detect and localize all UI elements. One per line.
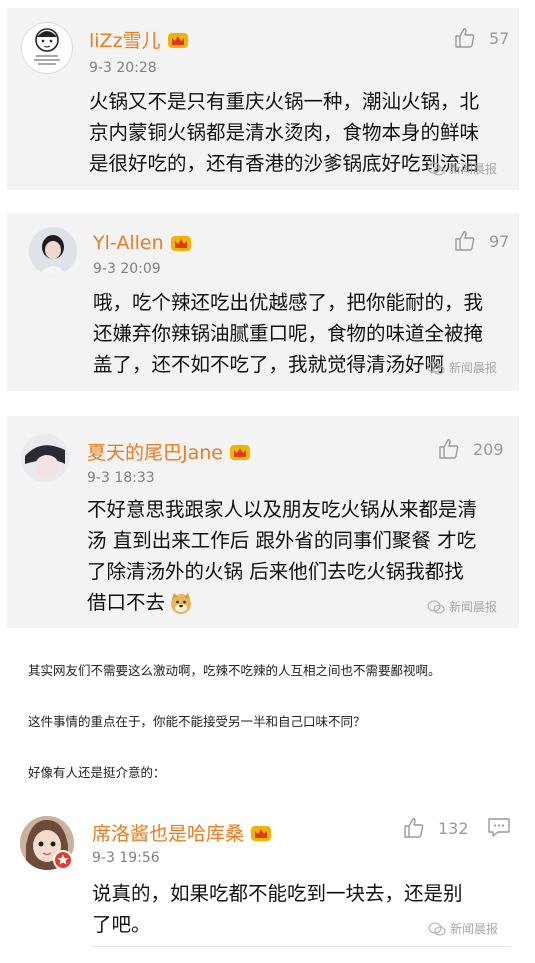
wechat-icon xyxy=(427,161,445,176)
username-text[interactable]: Yl-Allen xyxy=(93,232,164,254)
avatar[interactable] xyxy=(21,434,69,482)
comment-card: liZz雪儿 9-3 20:28 57 火锅又不是只有重庆火锅一种，潮汕火锅，北… xyxy=(7,8,519,190)
watermark-text: 新闻晨报 xyxy=(449,162,498,176)
username-text[interactable]: liZz雪儿 xyxy=(89,26,161,53)
verified-badge-icon xyxy=(53,850,73,870)
avatar-photo-icon xyxy=(21,434,69,482)
like-count: 209 xyxy=(473,439,504,459)
article-paragraph: 好像有人还是挺介意的： xyxy=(28,765,166,780)
comment-icon[interactable] xyxy=(487,817,511,839)
comment-time: 9-3 20:28 xyxy=(89,60,157,76)
comment-line: 汤 直到出来工作后 跟外省的同事们聚餐 才吃 xyxy=(87,529,477,552)
like-count: 57 xyxy=(489,28,510,48)
username[interactable]: liZz雪儿 xyxy=(89,26,189,53)
username-text[interactable]: 夏天的尾巴Jane xyxy=(87,438,223,465)
comment-line: 火锅又不是只有重庆火锅一种，潮汕火锅，北 xyxy=(89,90,480,113)
like-count: 132 xyxy=(438,818,469,838)
comment-card: Yl-Allen 9-3 20:09 97 哦，吃个辣还吃出优越感了，把你能耐的… xyxy=(7,213,519,391)
comment-time: 9-3 19:56 xyxy=(92,850,160,866)
username[interactable]: 席洛酱也是哈库桑 xyxy=(92,819,272,846)
comment-card: 席洛酱也是哈库桑 9-3 19:56 132 说真的，如果吃都不能吃到一块去，还… xyxy=(0,800,535,963)
username-text[interactable]: 席洛酱也是哈库桑 xyxy=(92,819,244,846)
like-count: 97 xyxy=(489,231,510,251)
comment-card: 夏天的尾巴Jane 9-3 18:33 209 不好意思我跟家人以及朋友吃火锅从… xyxy=(7,416,519,628)
comment-line: 了除清汤外的火锅 后来他们去吃火锅我都找 xyxy=(87,560,464,583)
crown-icon xyxy=(251,825,272,841)
comment-time: 9-3 18:33 xyxy=(87,470,155,486)
avatar[interactable] xyxy=(21,22,73,74)
avatar-photo-icon xyxy=(29,227,77,275)
like-button[interactable]: 57 xyxy=(453,26,509,50)
divider xyxy=(92,946,510,947)
article-paragraph: 这件事情的重点在于，你能不能接受另一半和自己口味不同？ xyxy=(28,714,366,729)
avatar[interactable] xyxy=(29,227,77,275)
watermark-text: 新闻晨报 xyxy=(449,600,498,614)
thumbs-up-icon[interactable] xyxy=(437,437,461,461)
watermark-text: 新闻晨报 xyxy=(449,361,498,375)
wechat-icon xyxy=(427,599,445,614)
avatar-cartoon-icon xyxy=(34,28,60,65)
watermark-text: 新闻晨报 xyxy=(450,922,499,936)
like-button[interactable]: 132 xyxy=(402,816,469,840)
crown-icon xyxy=(229,444,250,460)
watermark: 新闻晨报 xyxy=(427,359,497,376)
comment-line: 哦，吃个辣还吃出优越感了，把你能耐的，我 xyxy=(93,291,484,314)
comment-line: 说真的，如果吃都不能吃到一块去，还是别 xyxy=(92,882,463,905)
like-button[interactable]: 97 xyxy=(453,229,509,253)
wechat-icon xyxy=(427,360,445,375)
wechat-icon xyxy=(428,921,446,936)
thumbs-up-icon[interactable] xyxy=(402,816,426,840)
watermark: 新闻晨报 xyxy=(427,160,497,177)
comment-line: 还嫌弃你辣锅油腻重口呢，食物的味道全被掩 xyxy=(93,322,484,345)
username[interactable]: 夏天的尾巴Jane xyxy=(87,438,251,465)
thumbs-up-icon[interactable] xyxy=(453,229,477,253)
username[interactable]: Yl-Allen xyxy=(93,232,192,254)
article-paragraph: 其实网友们不需要这么激动啊，吃辣不吃辣的人互相之间也不需要鄙视啊。 xyxy=(28,663,441,678)
comment-line: 不好意思我跟家人以及朋友吃火锅从来都是清 xyxy=(87,498,478,521)
watermark: 新闻晨报 xyxy=(428,920,498,937)
comment-line: 京内蒙铜火锅都是清水烫肉，食物本身的鲜味 xyxy=(89,121,480,144)
comment-button[interactable] xyxy=(487,817,511,843)
comment-line-text: 借口不去 xyxy=(87,591,166,614)
crown-icon xyxy=(167,32,188,48)
comment-time: 9-3 20:09 xyxy=(93,261,161,277)
doge-emoji-icon xyxy=(171,592,192,614)
like-button[interactable]: 209 xyxy=(437,437,504,461)
thumbs-up-icon[interactable] xyxy=(453,26,477,50)
watermark: 新闻晨报 xyxy=(427,598,497,615)
crown-icon xyxy=(170,236,191,251)
